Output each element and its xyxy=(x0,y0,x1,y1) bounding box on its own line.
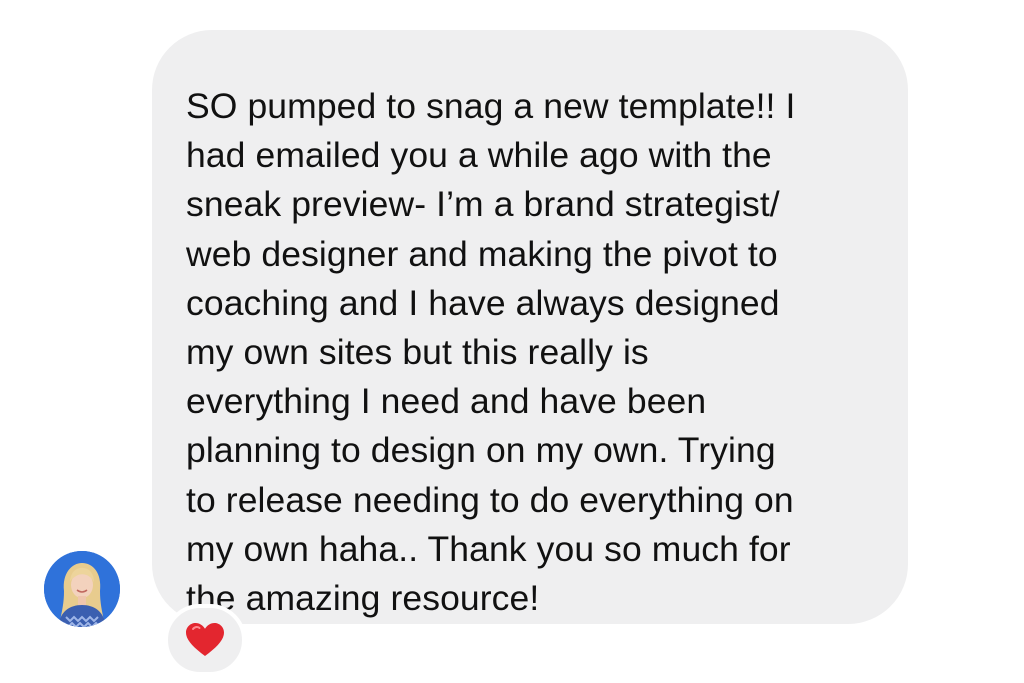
heart-reaction[interactable] xyxy=(164,604,246,676)
message-line: the amazing resource! xyxy=(186,578,540,619)
message-line: my own haha.. Thank you so much for xyxy=(186,528,791,569)
message-line: to release needing to do everything on xyxy=(186,479,794,520)
message-line: SO pumped to snag a new template!! I xyxy=(186,86,796,126)
message-line: had emailed you a while ago with the xyxy=(186,135,772,176)
message-line: planning to design on my own. Trying xyxy=(186,430,776,471)
heart-icon xyxy=(186,623,224,656)
message-line: web designer and making the pivot to xyxy=(186,233,778,274)
sender-avatar[interactable] xyxy=(44,551,120,627)
message-bubble[interactable]: SO pumped to snag a new template!! I had… xyxy=(152,30,908,624)
avatar-photo xyxy=(44,551,120,627)
message-line: sneak preview- I’m a brand strategist/ xyxy=(186,184,780,225)
message-line: coaching and I have always designed xyxy=(186,282,780,323)
message-line: my own sites but this really is xyxy=(186,332,649,373)
message-line: everything I need and have been xyxy=(186,381,707,422)
